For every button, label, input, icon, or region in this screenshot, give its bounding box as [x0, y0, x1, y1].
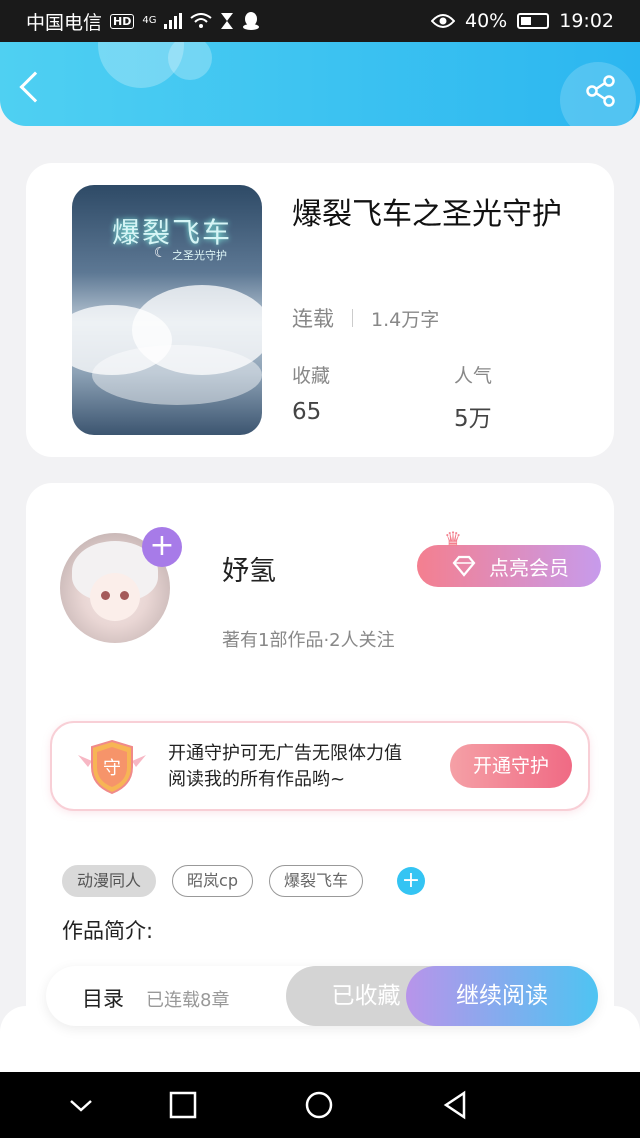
signal-icon — [164, 13, 183, 29]
wifi-icon — [190, 13, 213, 28]
vip-label: 点亮会员 — [489, 555, 569, 580]
guard-promo: 守 开通守护可无广告无限体力值 阅读我的所有作品哟~ 开通守护 — [50, 721, 590, 811]
follow-plus-icon[interactable]: + — [142, 527, 182, 567]
recent-apps-icon[interactable] — [168, 1090, 198, 1120]
avatar-face — [90, 573, 140, 621]
home-icon[interactable] — [304, 1090, 334, 1120]
network-label: 4G — [142, 15, 157, 26]
book-meta: 连载 1.4万字 — [292, 303, 439, 333]
author-info: 著有1部作品·2人关注 — [222, 630, 395, 651]
chapter-count: 已连载8章 — [146, 990, 230, 1011]
book-info-card: 爆裂飞车 ☾ 之圣光守护 爆裂飞车之圣光守护 连载 1.4万字 收藏 65 人气… — [26, 163, 614, 457]
decor-bubble — [168, 42, 212, 80]
add-tag-plus-icon[interactable]: + — [397, 867, 425, 895]
intro-label: 作品简介: — [62, 919, 154, 943]
system-nav-bar — [0, 1072, 640, 1138]
status-bar: 中国电信 HD 4G 40% 19:02 — [0, 0, 640, 42]
favorites-value: 65 — [292, 399, 322, 425]
carrier-label: 中国电信 — [26, 11, 103, 34]
cover-cloud — [92, 345, 262, 405]
guard-icon-text: 守 — [103, 758, 121, 779]
battery-icon — [517, 13, 550, 29]
tag-item[interactable]: 昭岚cp — [172, 865, 253, 897]
book-title: 爆裂飞车之圣光守护 — [292, 197, 562, 232]
tag-list: 动漫同人 昭岚cp 爆裂飞车 + — [62, 865, 425, 897]
top-header — [0, 42, 640, 126]
favorites-label: 收藏 — [292, 365, 331, 387]
book-cover[interactable]: 爆裂飞车 ☾ 之圣光守护 — [72, 185, 262, 435]
cover-subtitle: 之圣光守护 — [172, 249, 227, 262]
battery-percent: 40% — [465, 10, 508, 32]
guard-line-2: 阅读我的所有作品哟~ — [168, 769, 346, 790]
meta-divider — [352, 309, 353, 327]
popularity-label: 人气 — [454, 365, 493, 387]
hd-icon: HD — [110, 13, 135, 29]
author-name: 妤氢 — [222, 556, 276, 587]
clock: 19:02 — [559, 10, 614, 32]
open-guard-button[interactable]: 开通守护 — [450, 744, 572, 788]
tag-item[interactable]: 爆裂飞车 — [268, 865, 363, 897]
cover-title: 爆裂飞车 — [112, 216, 233, 249]
back-triangle-icon[interactable] — [440, 1090, 470, 1120]
guard-description: 开通守护可无广告无限体力值 阅读我的所有作品哟~ — [168, 741, 402, 793]
popularity-value: 5万 — [454, 406, 492, 432]
toc-button[interactable]: 目录 — [82, 983, 124, 1013]
continue-reading-button[interactable]: 继续阅读 — [406, 966, 598, 1026]
avatar-eye — [101, 591, 110, 600]
moon-icon: ☾ — [154, 245, 167, 261]
share-icon[interactable] — [584, 74, 618, 108]
back-arrow-icon[interactable] — [19, 71, 51, 103]
vip-button[interactable]: 点亮会员 — [417, 545, 601, 587]
eye-icon — [431, 14, 455, 28]
action-bar: 目录 已连载8章 已收藏 继续阅读 — [46, 966, 598, 1026]
word-count: 1.4万字 — [371, 308, 440, 331]
chevron-down-icon[interactable] — [66, 1090, 96, 1120]
avatar-eye — [120, 591, 129, 600]
hourglass-icon — [221, 13, 234, 29]
qq-icon — [243, 12, 260, 30]
diamond-icon — [452, 555, 476, 577]
guard-line-1: 开通守护可无广告无限体力值 — [168, 743, 402, 764]
guard-shield-icon: 守 — [78, 739, 146, 795]
crown-icon: ♛ — [444, 527, 462, 551]
tag-item[interactable]: 动漫同人 — [62, 865, 157, 897]
serial-status: 连载 — [292, 307, 334, 331]
